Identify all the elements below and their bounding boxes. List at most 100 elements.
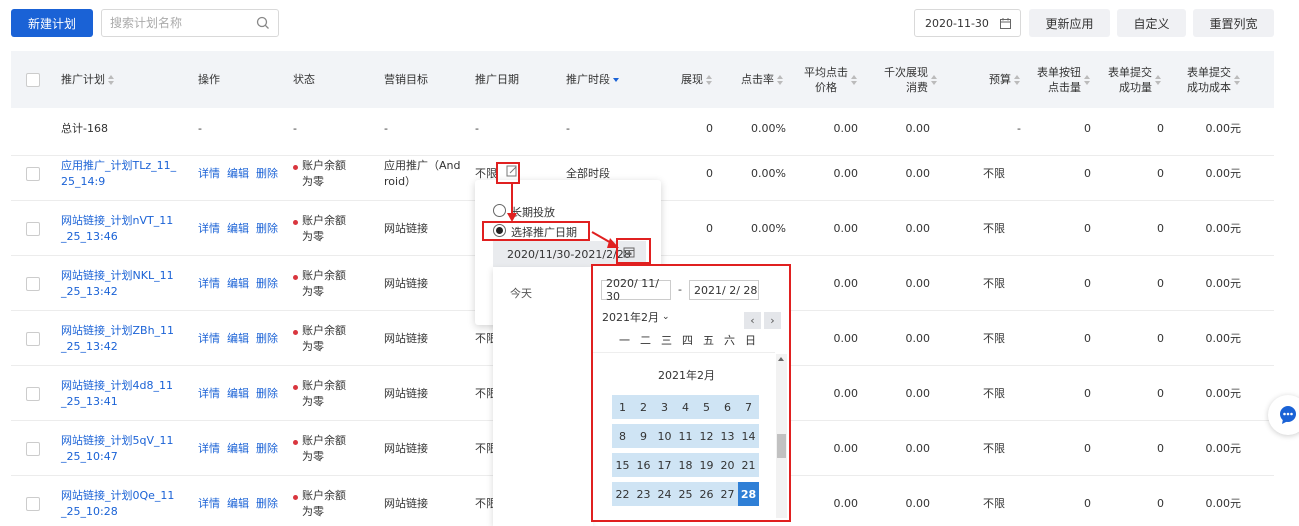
start-date-input[interactable]: 2020/ 11/ 30 (601, 277, 671, 303)
day-cell[interactable]: 3 (654, 395, 675, 419)
day-cell[interactable]: 24 (654, 482, 675, 506)
day-cell[interactable]: 15 (612, 453, 633, 477)
calendar-scrollbar[interactable] (776, 354, 787, 518)
detail-link[interactable]: 详情 (198, 276, 220, 292)
day-cell[interactable]: 22 (612, 482, 633, 506)
row-checkbox[interactable] (26, 222, 40, 236)
day-cell[interactable]: 2 (633, 395, 654, 419)
plan-name-link[interactable]: 网站链接_计划0Qe_11 _25_10:28 (61, 476, 174, 526)
day-cell[interactable]: 18 (675, 453, 696, 477)
plan-name-link[interactable]: 网站链接_计划ZBh_11 _25_13:42 (61, 311, 174, 366)
plan-name-link[interactable]: 应用推广_计划TLz_11_ 25_14:9 (61, 146, 176, 201)
sort-desc-icon[interactable] (613, 75, 620, 85)
plan-name-link[interactable]: 网站链接_计划NKL_11 _25_13:42 (61, 256, 174, 311)
plan-name-link[interactable]: 网站链接_计划5qV_11 _25_10:47 (61, 421, 174, 476)
sort-icon[interactable] (108, 74, 115, 85)
update-apply-button[interactable]: 更新应用 (1029, 9, 1110, 37)
day-cell[interactable]: 21 (738, 453, 759, 477)
search-icon[interactable] (256, 16, 270, 30)
day-cell[interactable]: 10 (654, 424, 675, 448)
day-cell[interactable]: 14 (738, 424, 759, 448)
col-ctr[interactable]: 点击率 (711, 51, 784, 108)
month-select[interactable]: 2021年2月 ⌄ (602, 309, 670, 325)
day-cell[interactable]: 7 (738, 395, 759, 419)
day-cell[interactable]: 8 (612, 424, 633, 448)
plan-name-link[interactable]: 网站链接_计划nVT_11 _25_13:46 (61, 201, 173, 256)
new-plan-button[interactable]: 新建计划 (11, 9, 93, 37)
today-option[interactable]: 今天 (510, 285, 532, 301)
next-month-button[interactable]: › (764, 312, 781, 329)
row-checkbox[interactable] (26, 167, 40, 181)
day-cell[interactable]: 6 (717, 395, 738, 419)
edit-link[interactable]: 编辑 (227, 386, 249, 402)
edit-link[interactable]: 编辑 (227, 166, 249, 182)
selected-day[interactable]: 28 (738, 482, 759, 506)
day-cell[interactable]: 11 (675, 424, 696, 448)
detail-link[interactable]: 详情 (198, 221, 220, 237)
col-form-cost[interactable]: 表单提交 成功成本 (1161, 51, 1241, 108)
day-cell[interactable]: 12 (696, 424, 717, 448)
reset-columns-button[interactable]: 重置列宽 (1193, 9, 1274, 37)
col-form-click[interactable]: 表单按钮 点击量 (1021, 51, 1091, 108)
select-all-checkbox[interactable] (26, 73, 40, 87)
delete-link[interactable]: 删除 (256, 331, 278, 347)
end-date-input[interactable]: 2021/ 2/ 28 (689, 280, 759, 300)
row-checkbox[interactable] (26, 497, 40, 511)
delete-link[interactable]: 删除 (256, 221, 278, 237)
customize-button[interactable]: 自定义 (1117, 9, 1186, 37)
sort-icon[interactable] (1234, 74, 1241, 85)
sort-icon[interactable] (1084, 74, 1091, 85)
day-cell[interactable]: 17 (654, 453, 675, 477)
row-checkbox[interactable] (26, 387, 40, 401)
day-cell[interactable]: 13 (717, 424, 738, 448)
delete-link[interactable]: 删除 (256, 386, 278, 402)
col-form-submit[interactable]: 表单提交 成功量 (1091, 51, 1162, 108)
delete-link[interactable]: 删除 (256, 496, 278, 512)
detail-link[interactable]: 详情 (198, 331, 220, 347)
edit-link[interactable]: 编辑 (227, 331, 249, 347)
col-impressions[interactable]: 展现 (651, 51, 713, 108)
detail-link[interactable]: 详情 (198, 166, 220, 182)
edit-link[interactable]: 编辑 (227, 496, 249, 512)
day-cell[interactable]: 5 (696, 395, 717, 419)
sort-icon[interactable] (1014, 74, 1021, 85)
quick-select-panel: 今天 (493, 267, 593, 526)
day-cell[interactable]: 9 (633, 424, 654, 448)
scroll-up-icon[interactable] (778, 357, 784, 361)
scrollbar-thumb[interactable] (777, 434, 786, 458)
plan-name-link[interactable]: 网站链接_计划4d8_11 _25_13:41 (61, 366, 173, 421)
day-cell[interactable]: 23 (633, 482, 654, 506)
day-cell[interactable]: 19 (696, 453, 717, 477)
prev-month-button[interactable]: ‹ (744, 312, 761, 329)
edit-link[interactable]: 编辑 (227, 276, 249, 292)
col-avg-cpc[interactable]: 平均点击 价格 (781, 51, 858, 108)
search-box[interactable] (101, 9, 279, 37)
edit-link[interactable]: 编辑 (227, 221, 249, 237)
delete-link[interactable]: 删除 (256, 166, 278, 182)
edit-icon[interactable] (506, 164, 518, 178)
row-checkbox[interactable] (26, 442, 40, 456)
day-cell[interactable]: 27 (717, 482, 738, 506)
delete-link[interactable]: 删除 (256, 441, 278, 457)
col-budget[interactable]: 预算 (951, 51, 1021, 108)
edit-link[interactable]: 编辑 (227, 441, 249, 457)
detail-link[interactable]: 详情 (198, 386, 220, 402)
day-cell[interactable]: 25 (675, 482, 696, 506)
col-plan[interactable]: 推广计划 (61, 51, 115, 108)
day-cell[interactable]: 16 (633, 453, 654, 477)
sort-icon[interactable] (931, 74, 938, 85)
row-form-cost: 0.00元 (1205, 386, 1242, 400)
row-checkbox[interactable] (26, 277, 40, 291)
day-cell[interactable]: 1 (612, 395, 633, 419)
search-input[interactable] (110, 16, 256, 30)
col-cpm[interactable]: 千次展现 消费 (856, 51, 938, 108)
detail-link[interactable]: 详情 (198, 496, 220, 512)
day-cell[interactable]: 4 (675, 395, 696, 419)
day-cell[interactable]: 26 (696, 482, 717, 506)
date-picker[interactable]: 2020-11-30 (914, 9, 1021, 37)
row-checkbox[interactable] (26, 332, 40, 346)
detail-link[interactable]: 详情 (198, 441, 220, 457)
day-cell[interactable]: 20 (717, 453, 738, 477)
delete-link[interactable]: 删除 (256, 276, 278, 292)
col-promo-time[interactable]: 推广时段 (566, 51, 620, 108)
